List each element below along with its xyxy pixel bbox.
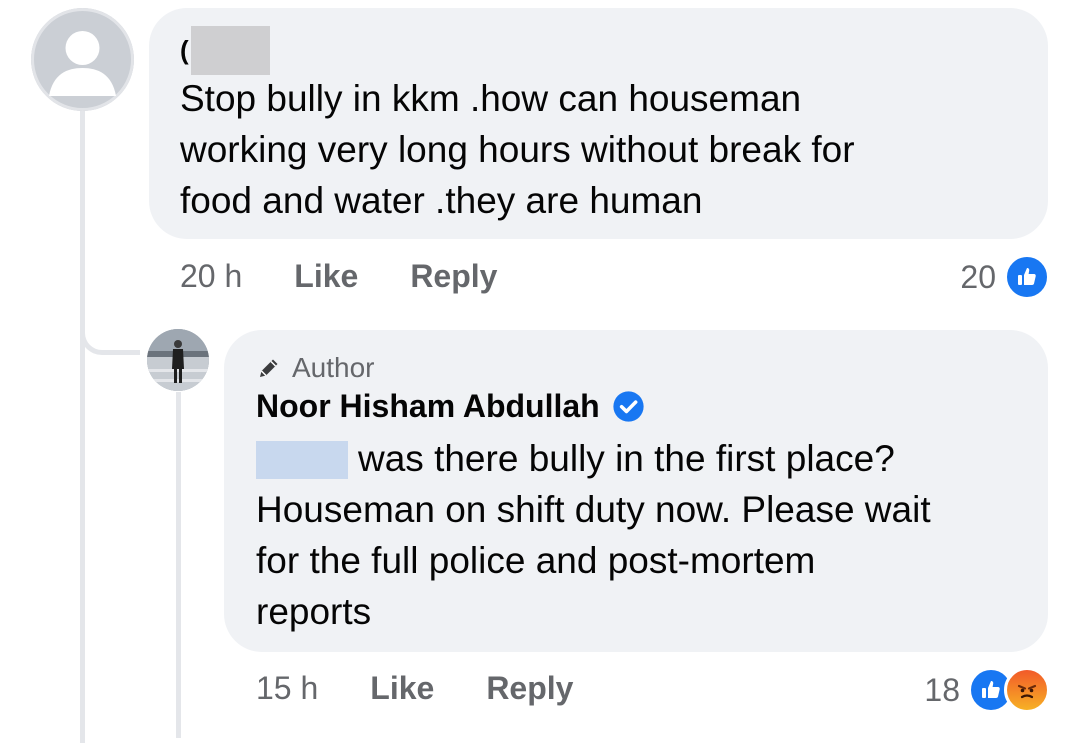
reply-text-block: was there bully in the first place? Hous… [256,433,1041,637]
verified-badge-icon [613,391,644,422]
reply-button[interactable]: Reply [410,258,497,295]
reply-button[interactable]: Reply [486,670,573,707]
pencil-icon [260,359,278,377]
author-name[interactable]: Noor Hisham Abdullah [256,388,600,425]
author-name-row: Noor Hisham Abdullah [256,388,645,425]
redacted-name [191,26,270,75]
angry-icon [1004,667,1050,713]
reaction-count: 20 [960,258,996,295]
author-badge-label: Author [292,352,375,383]
reply-text: was there bully in the first place? Hous… [256,438,931,632]
reply-reaction-summary[interactable]: 18 [924,667,1050,713]
thread-connector [80,300,140,355]
like-icon [1004,254,1050,300]
comment-actions: 20 h Like Reply [180,258,549,295]
like-button[interactable]: Like [294,258,358,295]
reaction-count: 18 [924,671,960,708]
reply-timestamp[interactable]: 15 h [256,670,318,707]
profile-photo [147,329,209,391]
author-avatar[interactable] [147,329,209,391]
avatar[interactable] [31,8,134,111]
author-badge: Author [256,352,375,384]
like-button[interactable]: Like [370,670,434,707]
default-avatar-icon [31,8,134,111]
redacted-mention [256,441,348,479]
comment-timestamp[interactable]: 20 h [180,258,242,295]
reaction-summary[interactable]: 20 [960,254,1050,300]
reply-actions: 15 h Like Reply [256,670,625,707]
thread-line-reply [176,392,181,738]
comment-text: Stop bully in kkm .how can houseman work… [180,78,855,221]
commenter-name[interactable]: ( [180,37,189,63]
thread-line [80,103,85,743]
